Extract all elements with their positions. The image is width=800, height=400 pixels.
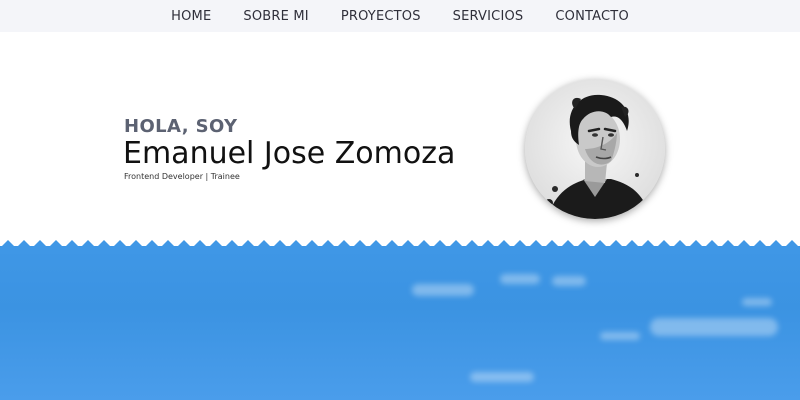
cloud [412,284,474,296]
cloud [552,276,586,286]
cloud [600,332,640,340]
hero-role: Frontend Developer | Trainee [124,172,240,181]
nav-sobre-mi-link[interactable]: SOBRE MI [243,9,308,24]
cloud [650,318,778,336]
sky-banner [0,246,800,400]
cloud [470,372,534,382]
nav-proyectos-link[interactable]: PROYECTOS [341,9,421,24]
zigzag-divider [0,240,800,254]
hero-section: HOLA, SOY Emanuel Jose Zomoza Frontend D… [0,32,800,252]
portrait-icon [525,79,665,219]
top-navigation: HOME SOBRE MI PROYECTOS SERVICIOS CONTAC… [0,0,800,32]
nav-servicios-link[interactable]: SERVICIOS [453,9,524,24]
hero-greeting: HOLA, SOY [124,116,238,137]
cloud [500,274,540,284]
nav-contacto-link[interactable]: CONTACTO [555,9,628,24]
avatar [525,79,665,219]
cloud [742,298,772,306]
hero-name: Emanuel Jose Zomoza [123,136,456,171]
nav-home-link[interactable]: HOME [171,9,211,24]
page: HOME SOBRE MI PROYECTOS SERVICIOS CONTAC… [0,0,800,400]
